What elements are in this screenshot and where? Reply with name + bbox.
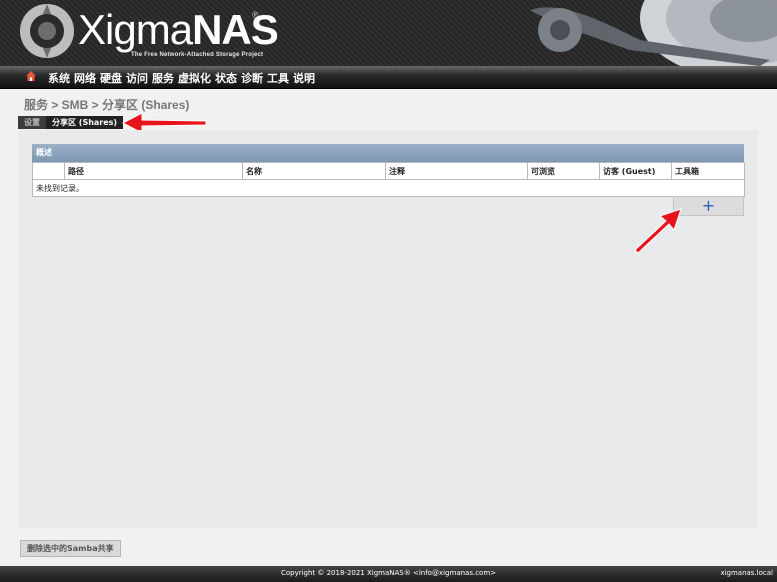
nav-item-disks[interactable]: 硬盘 <box>100 70 122 86</box>
empty-message: 未找到记录。 <box>32 179 745 197</box>
tab-bar: 设置 分享区 (Shares) <box>18 116 124 129</box>
nav-item-network[interactable]: 网络 <box>74 70 96 86</box>
table-header-row: 路径 名称 注释 可浏览 访客 (Guest) 工具箱 <box>32 162 745 180</box>
nav-item-services[interactable]: 服务 <box>152 70 174 86</box>
table-row: 未找到记录。 <box>32 179 745 197</box>
nav-item-help[interactable]: 说明 <box>293 70 315 86</box>
column-header-path: 路径 <box>64 162 243 180</box>
tab-shares[interactable]: 分享区 (Shares) <box>46 116 124 129</box>
nav-item-virtualization[interactable]: 虚拟化 <box>178 70 211 86</box>
copyright: Copyright © 2018-2021 XigmaNAS® <info@xi… <box>280 569 497 577</box>
nav-item-status[interactable]: 状态 <box>215 70 237 86</box>
tagline: The Free Network-Attached Storage Projec… <box>131 52 264 58</box>
hard-disk-image-icon <box>530 0 777 66</box>
main-navigation: 系统 网络 硬盘 访问 服务 虚拟化 状态 诊断 工具 说明 <box>0 66 777 89</box>
annotation-arrow-add <box>634 208 682 254</box>
nav-item-diagnostics[interactable]: 诊断 <box>241 70 263 86</box>
nav-item-tools[interactable]: 工具 <box>267 70 289 86</box>
home-icon[interactable] <box>25 70 37 82</box>
logo-text: XigmaNAS <box>78 6 279 53</box>
registered-mark: ® <box>252 10 259 20</box>
content-area: 概述 路径 名称 注释 可浏览 访客 (Guest) 工具箱 未找到记录。 + <box>18 130 758 528</box>
nav-item-system[interactable]: 系统 <box>48 70 70 86</box>
nav-items: 系统 网络 硬盘 访问 服务 虚拟化 状态 诊断 工具 说明 <box>48 70 315 86</box>
xigmanas-logo-icon <box>20 4 74 58</box>
column-header-comment: 注释 <box>385 162 528 180</box>
section-title: 概述 <box>32 144 744 162</box>
header: XigmaNAS ® The Free Network-Attached Sto… <box>0 0 777 66</box>
nav-item-access[interactable]: 访问 <box>126 70 148 86</box>
footer: Copyright © 2018-2021 XigmaNAS® <info@xi… <box>0 566 777 582</box>
column-header-guest: 访客 (Guest) <box>599 162 672 180</box>
delete-selected-shares-button[interactable]: 删除选中的Samba共享 <box>20 540 121 557</box>
hostname: xigmanas.local <box>720 569 773 577</box>
shares-table: 路径 名称 注释 可浏览 访客 (Guest) 工具箱 未找到记录。 <box>32 162 745 197</box>
shares-section: 概述 路径 名称 注释 可浏览 访客 (Guest) 工具箱 未找到记录。 + <box>32 144 745 216</box>
plus-icon[interactable]: + <box>674 197 743 215</box>
column-header-browseable: 可浏览 <box>527 162 600 180</box>
column-header-name: 名称 <box>242 162 386 180</box>
column-header-select <box>32 162 65 180</box>
tab-settings[interactable]: 设置 <box>18 116 46 129</box>
column-header-toolbox: 工具箱 <box>671 162 745 180</box>
